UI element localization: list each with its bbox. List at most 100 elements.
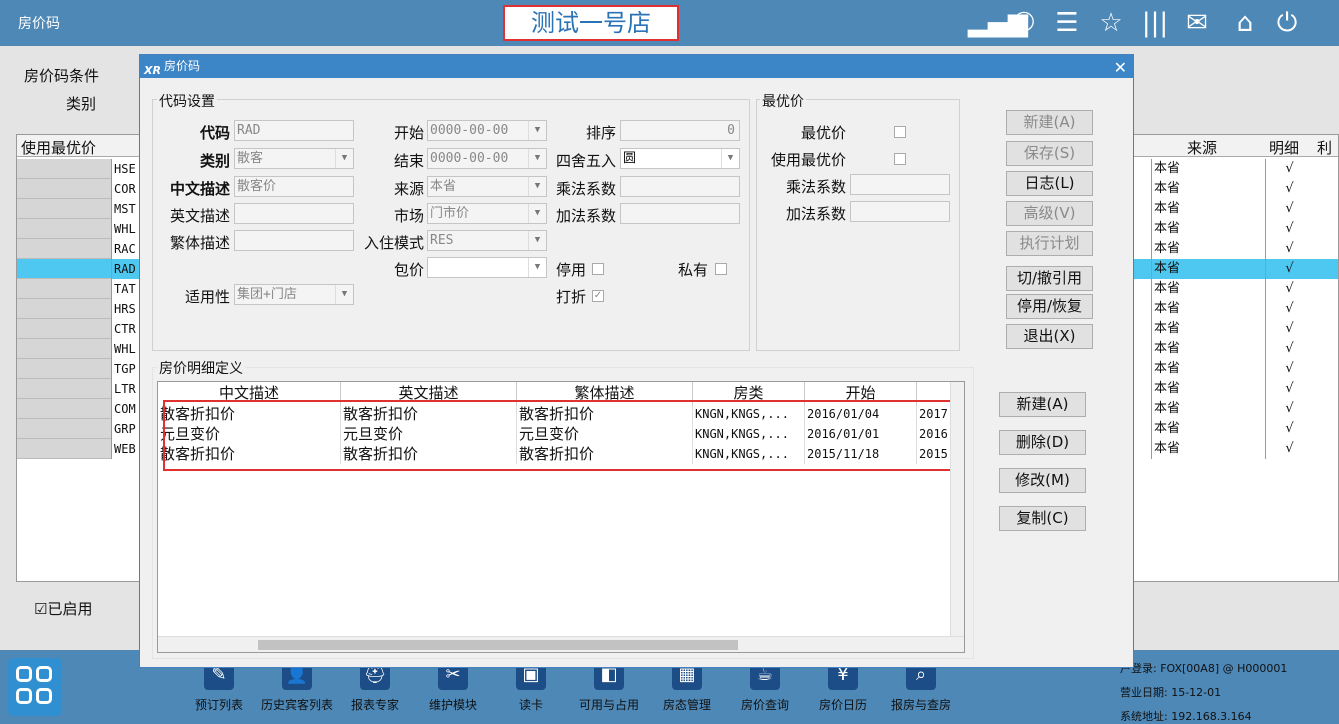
source-cell: 本省 [1151,179,1265,199]
bars-icon[interactable]: ||| [1138,6,1172,40]
advanced-button[interactable]: 高级(V) [1006,201,1093,226]
rounding-label: 四舍五入 [555,152,616,170]
disable-restore-button[interactable]: 停用/恢复 [1006,294,1093,319]
module-label: 可用与占用 [578,698,639,712]
module-label: 房价日历 [818,698,867,712]
source-cell: 本省 [1151,379,1265,399]
package-label: 包价 [393,261,424,279]
detail-new-button[interactable]: 新建(A) [999,392,1086,417]
rate-code-cell: TAT [111,279,137,299]
row-cell [17,359,111,379]
col-more: 利 [1317,139,1333,157]
rate-code-cell: HSE [111,159,137,179]
row-cell [17,379,111,399]
detail-delete-button[interactable]: 删除(D) [999,430,1086,455]
type-label: 类别 [199,152,230,170]
package-select[interactable]: ▼ [427,257,547,278]
mult-field[interactable] [620,176,740,197]
enabled-checkbox[interactable]: ☑已启用 [34,598,92,619]
horizontal-scrollbar[interactable] [158,636,964,652]
exit-button[interactable]: 退出(X) [1006,324,1093,349]
detail-cell: √ [1265,319,1313,339]
close-icon[interactable]: ✕ [1114,56,1127,79]
end-select[interactable]: 0000-00-00 ▼ [427,148,547,169]
new-button[interactable]: 新建(A) [1006,110,1093,135]
detail-cell: √ [1265,259,1313,279]
add-field[interactable] [620,203,740,224]
best-mult-field[interactable] [850,174,950,195]
market-value: 门市价 [430,206,470,221]
start-select[interactable]: 0000-00-00 ▼ [427,120,547,141]
disable-checkbox[interactable] [592,263,604,275]
detail-cell: √ [1265,239,1313,259]
condition-label: 房价码条件 [24,67,100,85]
code-field[interactable]: RAD [234,120,354,141]
module-label: 房价查询 [740,698,789,712]
menu-icon[interactable]: ☰ [1050,6,1084,40]
chevron-down-icon: ▼ [335,149,353,168]
rate-code-cell: MST [111,199,137,219]
best-add-field[interactable] [850,201,950,222]
rate-code-cell: RAD [111,259,137,279]
chevron-down-icon: ▼ [721,149,739,168]
detail-cell: √ [1265,339,1313,359]
tw-desc-field[interactable] [234,230,354,251]
detail-copy-button[interactable]: 复制(C) [999,506,1086,531]
applicability-label: 适用性 [184,288,230,306]
use-best-checkbox[interactable] [894,153,906,165]
row-cell [17,179,111,199]
module-label: 预订列表 [194,698,243,712]
module-label: 报房与查房 [890,698,951,712]
source-select[interactable]: 本省 ▼ [427,176,547,197]
source-cell: 本省 [1151,319,1265,339]
cn-desc-label: 中文描述 [169,180,230,198]
private-checkbox[interactable] [715,263,727,275]
applicability-select[interactable]: 集团+门店 ▼ [234,284,354,305]
detail-edit-button[interactable]: 修改(M) [999,468,1086,493]
cn-desc-field[interactable]: 散客价 [234,176,354,197]
rounding-select[interactable]: 圆 ▼ [620,148,740,169]
market-select[interactable]: 门市价 ▼ [427,203,547,224]
log-button[interactable]: 日志(L) [1006,171,1093,196]
detail-cell: √ [1265,439,1313,459]
source-cell: 本省 [1151,299,1265,319]
scroll-thumb[interactable] [258,640,738,650]
sort-field[interactable]: 0 [620,120,740,141]
detail-cell: √ [1265,359,1313,379]
type-value: 散客 [237,151,264,166]
source-cell: 本省 [1151,199,1265,219]
row-cell [17,279,111,299]
power-icon[interactable]: ⏻ [1270,6,1304,40]
detail-cell: √ [1265,159,1313,179]
toggle-reference-button[interactable]: 切/撤引用 [1006,266,1093,291]
mail-icon[interactable]: ✉ [1180,6,1214,40]
code-settings-label: 代码设置 [157,91,217,111]
row-cell [17,319,111,339]
best-price-label: 最优价 [760,91,806,111]
start-value: 0000-00-00 [430,123,509,138]
home-icon[interactable]: ⌂ [1228,6,1262,40]
rate-code-cell: RAC [111,239,137,259]
use-best-label: 使用最优价 [770,151,846,169]
vertical-scrollbar[interactable] [950,382,964,638]
row-cell [17,199,111,219]
col-source: 来源 [1187,139,1218,157]
source-cell: 本省 [1151,439,1265,459]
module-label: 读卡 [518,698,543,712]
module-label: 报表专家 [350,698,399,712]
row-cell [17,399,111,419]
market-label: 市场 [393,207,424,225]
star-icon[interactable]: ☆ [1094,6,1128,40]
en-desc-field[interactable] [234,203,354,224]
best-checkbox[interactable] [894,126,906,138]
phone-icon[interactable]: ✆ [1007,6,1041,40]
checkin-select[interactable]: RES ▼ [427,230,547,251]
rate-code-cell: WHL [111,339,137,359]
discount-checkbox[interactable]: ✓ [592,290,604,302]
col-use-best: 使用最优价 [21,139,97,157]
detail-cell: √ [1265,419,1313,439]
detail-cell: √ [1265,199,1313,219]
type-select[interactable]: 散客 ▼ [234,148,354,169]
save-button[interactable]: 保存(S) [1006,141,1093,166]
execution-plan-button[interactable]: 执行计划 [1006,231,1093,256]
